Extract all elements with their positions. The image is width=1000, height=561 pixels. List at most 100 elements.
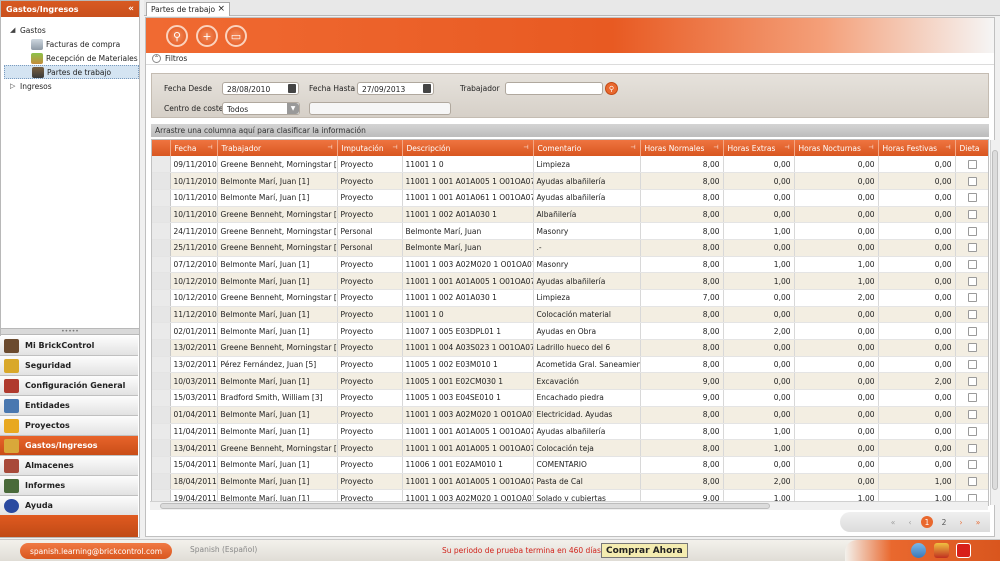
trabajador-search-button[interactable]: ⚲	[605, 82, 618, 95]
last-page-button[interactable]: »	[972, 516, 984, 528]
calendar-icon[interactable]	[423, 84, 431, 93]
row-selector[interactable]	[152, 406, 171, 424]
column-header[interactable]: Horas Nocturnas ⊣	[794, 140, 879, 156]
nav-item-ayuda[interactable]: Ayuda	[0, 496, 138, 516]
double-chevron-left-icon[interactable]: «	[128, 4, 134, 14]
pin-icon[interactable]: ⊣	[945, 144, 950, 151]
dieta-checkbox[interactable]	[968, 176, 977, 186]
language-selector[interactable]: Spanish (Español)	[190, 545, 257, 554]
row-selector[interactable]	[152, 322, 171, 341]
table-row[interactable]: 13/02/2011 Pérez Fernández, Juan [5] Proye…	[152, 356, 988, 374]
expanded-triangle-icon[interactable]: ◢	[10, 26, 20, 34]
prev-page-button[interactable]: ‹	[904, 516, 916, 528]
page-button-1[interactable]: 1	[921, 516, 933, 528]
dieta-checkbox[interactable]	[968, 193, 977, 203]
nav-item-mi-brickcontrol[interactable]: Mi BrickControl	[0, 336, 138, 356]
user-account[interactable]: spanish.learning@brickcontrol.com	[20, 543, 172, 559]
pin-icon[interactable]: ⊣	[207, 144, 212, 151]
dieta-checkbox[interactable]	[968, 226, 977, 236]
row-selector[interactable]	[152, 389, 171, 407]
calendar-icon[interactable]	[288, 84, 296, 93]
dieta-checkbox[interactable]	[968, 410, 977, 420]
dieta-checkbox[interactable]	[968, 310, 977, 320]
filters-toggle[interactable]: ⌃ Filtros	[146, 53, 994, 65]
centro-coste-select[interactable]: Todos ▼	[222, 102, 300, 115]
tree-node-partes-de-trabajo[interactable]: Partes de trabajo	[4, 65, 139, 79]
row-selector[interactable]	[152, 222, 171, 240]
nav-item-informes[interactable]: Informes	[0, 476, 138, 496]
row-selector[interactable]	[152, 172, 171, 190]
next-page-button[interactable]: ›	[955, 516, 967, 528]
column-header[interactable]: Descripción ⊣	[402, 140, 534, 156]
row-selector[interactable]	[152, 306, 171, 324]
table-row[interactable]: 10/11/2010 Greene Benneht, Morningstar [2…	[152, 206, 988, 224]
table-row[interactable]: 15/03/2011 Bradford Smith, William [3] Pro…	[152, 389, 988, 407]
dieta-checkbox[interactable]	[968, 209, 977, 219]
table-row[interactable]: 09/11/2010 Greene Benneht, Morningstar [2…	[152, 156, 988, 174]
column-header[interactable]: Fecha ⊣	[170, 140, 218, 156]
table-row[interactable]: 11/12/2010 Belmonte Marí, Juan [1] Proyect…	[152, 306, 988, 324]
dieta-checkbox[interactable]	[968, 326, 977, 336]
row-selector[interactable]	[152, 473, 171, 491]
page-button-2[interactable]: 2	[938, 516, 950, 528]
nav-item-seguridad[interactable]: Seguridad	[0, 356, 138, 376]
table-row[interactable]: 13/02/2011 Greene Benneht, Morningstar [2…	[152, 339, 988, 357]
dieta-checkbox[interactable]	[968, 376, 977, 386]
pin-icon[interactable]: ⊣	[630, 144, 635, 151]
row-selector[interactable]	[152, 289, 171, 307]
nav-item-gastos-ingresos[interactable]: Gastos/Ingresos	[0, 436, 138, 456]
pin-icon[interactable]: ⊣	[713, 144, 718, 151]
chevron-up-icon[interactable]: ⌃	[152, 54, 161, 63]
horizontal-scrollbar[interactable]	[150, 501, 988, 510]
pin-icon[interactable]: ⊣	[392, 144, 397, 151]
first-page-button[interactable]: «	[887, 516, 899, 528]
search-button[interactable]: ⚲	[166, 25, 188, 47]
row-selector[interactable]	[152, 239, 171, 257]
table-row[interactable]: 01/04/2011 Belmonte Marí, Juan [1] Proyect…	[152, 406, 988, 424]
dieta-checkbox[interactable]	[968, 159, 977, 169]
table-row[interactable]: 10/11/2010 Belmonte Marí, Juan [1] Proyect…	[152, 189, 988, 207]
vertical-scrollbar[interactable]	[990, 140, 998, 505]
dieta-checkbox[interactable]	[968, 293, 977, 303]
chevron-down-icon[interactable]: ▼	[287, 103, 299, 114]
collapsed-triangle-icon[interactable]: ▷	[10, 82, 20, 90]
column-header[interactable]: Horas Extras ⊣	[723, 140, 795, 156]
table-row[interactable]: 10/03/2011 Belmonte Marí, Juan [1] Proyect…	[152, 372, 988, 391]
pin-icon[interactable]: ⊣	[784, 144, 789, 151]
tree-node-recepcion-de-materiales[interactable]: Recepción de Materiales	[1, 51, 139, 65]
dieta-checkbox[interactable]	[968, 259, 977, 269]
pin-icon[interactable]: ⊣	[868, 144, 873, 151]
user-icon[interactable]	[911, 543, 926, 558]
column-header[interactable]: Horas Festivas ⊣	[878, 140, 956, 156]
table-row[interactable]: 02/01/2011 Belmonte Marí, Juan [1] Proyect…	[152, 322, 988, 341]
row-selector[interactable]	[152, 456, 171, 474]
table-row[interactable]: 13/04/2011 Greene Benneht, Morningstar [2…	[152, 439, 988, 457]
fecha-hasta-input[interactable]: 27/09/2013	[357, 82, 434, 95]
trabajador-input[interactable]	[505, 82, 603, 95]
column-header[interactable]: Horas Normales ⊣	[640, 140, 724, 156]
nav-item-proyectos[interactable]: Proyectos	[0, 416, 138, 436]
column-header[interactable]: Imputación ⊣	[337, 140, 403, 156]
table-row[interactable]: 11/04/2011 Belmonte Marí, Juan [1] Proyect…	[152, 423, 988, 441]
table-row[interactable]: 07/12/2010 Belmonte Marí, Juan [1] Proyect…	[152, 256, 988, 274]
nav-item-almacenes[interactable]: Almacenes	[0, 456, 138, 476]
row-selector[interactable]	[152, 372, 171, 391]
row-selector[interactable]	[152, 272, 171, 290]
row-selector[interactable]	[152, 189, 171, 207]
row-selector[interactable]	[152, 256, 171, 274]
tree-node-gastos[interactable]: ◢ Gastos	[1, 23, 139, 37]
nav-item-entidades[interactable]: Entidades	[0, 396, 138, 416]
tree-node-ingresos[interactable]: ▷ Ingresos	[1, 79, 139, 93]
close-icon[interactable]: ×	[217, 5, 225, 14]
scroll-thumb[interactable]	[992, 150, 998, 490]
table-row[interactable]: 15/04/2011 Belmonte Marí, Juan [1] Proyect…	[152, 456, 988, 474]
tools-icon[interactable]	[934, 543, 949, 558]
dieta-checkbox[interactable]	[968, 426, 977, 436]
row-selector[interactable]	[152, 356, 171, 374]
fecha-desde-input[interactable]: 28/08/2010	[222, 82, 299, 95]
add-button[interactable]: +	[196, 25, 218, 47]
column-header[interactable]: Comentario ⊣	[533, 140, 641, 156]
table-row[interactable]: 10/11/2010 Belmonte Marí, Juan [1] Proyect…	[152, 172, 988, 190]
pin-icon[interactable]: ⊣	[523, 144, 528, 151]
row-selector[interactable]	[152, 339, 171, 357]
